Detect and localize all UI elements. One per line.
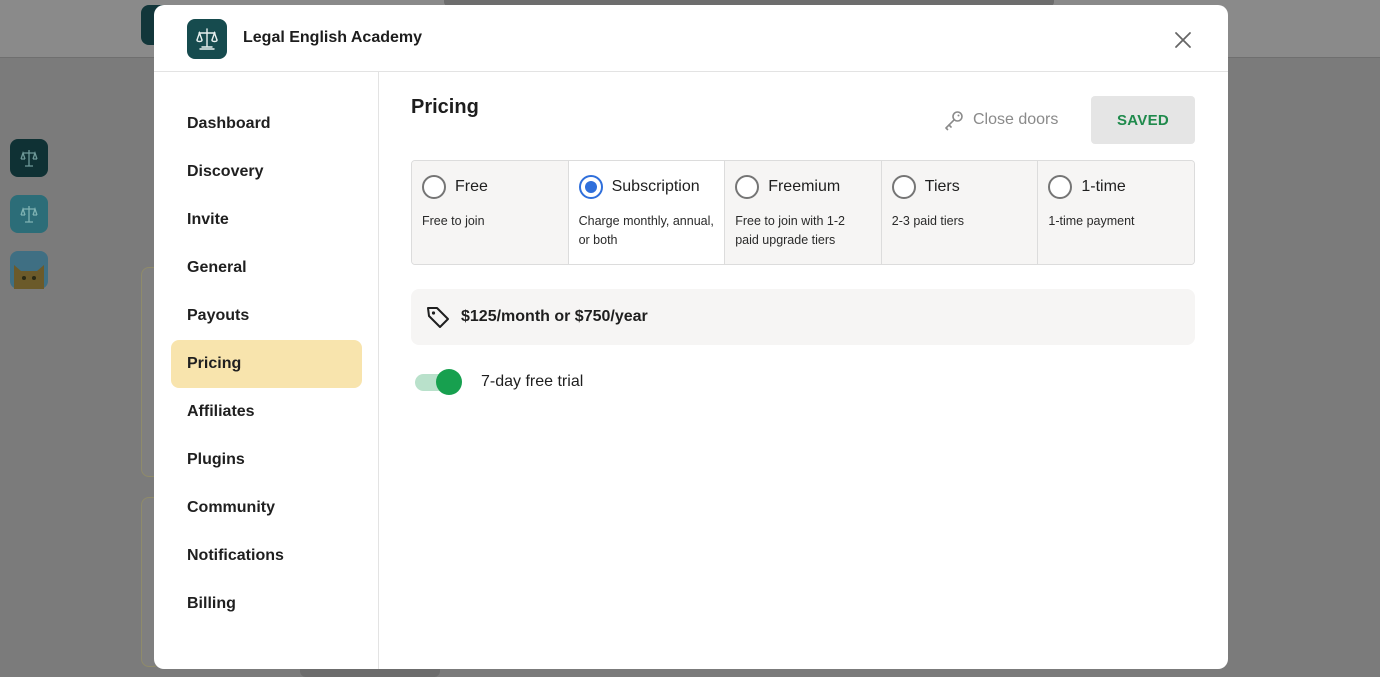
saved-button[interactable]: SAVED	[1091, 96, 1195, 144]
plan-name: Free	[455, 178, 488, 195]
plan-description: 1-time payment	[1048, 214, 1135, 228]
price-row[interactable]: $125/month or $750/year	[411, 289, 1195, 345]
sidebar-item-community[interactable]: Community	[171, 484, 362, 532]
plan-name: Freemium	[768, 178, 841, 195]
sidebar-item-payouts[interactable]: Payouts	[171, 292, 362, 340]
sidebar-item-general[interactable]: General	[171, 244, 362, 292]
sidebar-item-invite[interactable]: Invite	[171, 196, 362, 244]
page-title: Pricing	[411, 96, 479, 118]
sidebar-item-billing[interactable]: Billing	[171, 580, 362, 628]
pricing-panel: Pricing Close doors SAVED Free Free to j…	[379, 72, 1228, 669]
plan-option-subscription[interactable]: Subscription Charge monthly, annual, or …	[568, 161, 726, 264]
price-text: $125/month or $750/year	[461, 308, 648, 325]
settings-modal: Legal English Academy Dashboard Discover…	[154, 5, 1228, 669]
sidebar-item-dashboard[interactable]: Dashboard	[171, 100, 362, 148]
sidebar-item-pricing[interactable]: Pricing	[171, 340, 362, 388]
free-trial-toggle[interactable]	[413, 368, 465, 396]
radio-freemium[interactable]	[735, 175, 760, 199]
plan-description: 2-3 paid tiers	[891, 214, 965, 228]
radio-tiers[interactable]	[891, 175, 916, 199]
close-doors-label: Close doors	[973, 111, 1059, 128]
plan-option-1-time[interactable]: 1-time 1-time payment	[1038, 161, 1194, 264]
sidebar-item-notifications[interactable]: Notifications	[171, 532, 362, 580]
sidebar-item-discovery[interactable]: Discovery	[171, 148, 362, 196]
sidebar-item-affiliates[interactable]: Affiliates	[171, 388, 362, 436]
free-trial-label: 7-day free trial	[481, 373, 584, 390]
plan-description: Charge monthly, annual, or both	[578, 214, 714, 247]
plan-options: Free Free to join Subscription Charge mo…	[411, 160, 1195, 265]
close-button[interactable]	[1168, 25, 1198, 55]
settings-sidebar: Dashboard Discovery Invite General Payou…	[154, 72, 379, 669]
close-doors-button[interactable]: Close doors	[943, 108, 1058, 132]
plan-description: Free to join with 1-2 paid upgrade tiers	[735, 214, 845, 247]
price-tag-icon	[427, 307, 449, 328]
sidebar-item-plugins[interactable]: Plugins	[171, 436, 362, 484]
app-title: Legal English Academy	[243, 29, 423, 46]
plan-description: Free to join	[422, 214, 485, 228]
radio-free[interactable]	[422, 175, 446, 199]
background-community-icon	[10, 195, 48, 233]
radio-1-time[interactable]	[1048, 175, 1073, 199]
plan-option-free[interactable]: Free Free to join	[412, 161, 569, 264]
plan-option-freemium[interactable]: Freemium Free to join with 1-2 paid upgr…	[725, 161, 882, 264]
plan-name: Subscription	[611, 178, 700, 195]
background-community-icon	[10, 139, 48, 177]
free-trial-row: 7-day free trial	[413, 368, 583, 396]
plan-option-tiers[interactable]: Tiers 2-3 paid tiers	[881, 161, 1039, 264]
modal-header: Legal English Academy	[154, 5, 1228, 72]
scales-of-justice-icon	[187, 19, 227, 59]
key-icon	[945, 111, 963, 131]
plan-name: Tiers	[924, 178, 960, 195]
background-cat-avatar	[10, 251, 48, 289]
radio-subscription[interactable]	[578, 175, 603, 199]
close-icon	[1175, 32, 1191, 48]
plan-name: 1-time	[1081, 178, 1126, 195]
